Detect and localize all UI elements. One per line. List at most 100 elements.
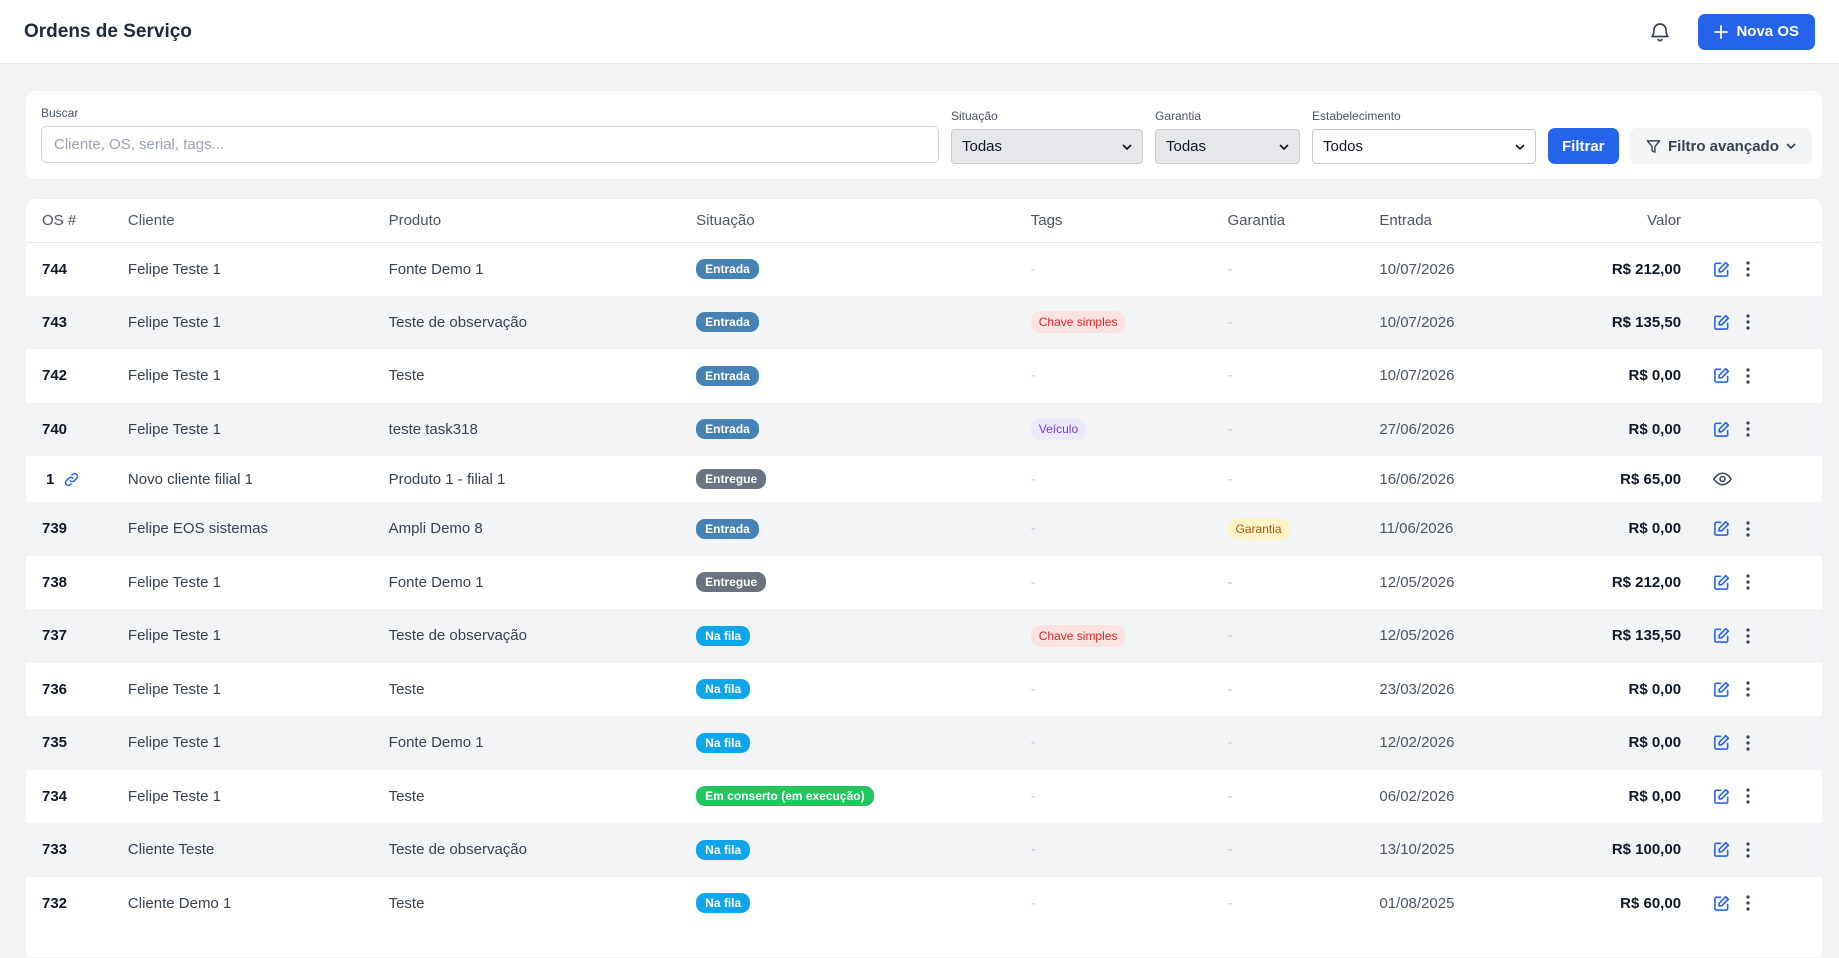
page-title: Ordens de Serviço xyxy=(24,20,192,42)
more-options-button[interactable] xyxy=(1740,788,1756,804)
table-row[interactable]: 744 Felipe Teste 1 Fonte Demo 1 Entrada - - 10… xyxy=(26,242,1822,296)
col-os[interactable]: OS # xyxy=(26,199,128,243)
status-badge: Na fila xyxy=(696,679,751,700)
valor-cell: R$ 0,00 xyxy=(1628,787,1682,805)
produto-cell: Fonte Demo 1 xyxy=(388,734,484,752)
status-badge: Na fila xyxy=(696,625,751,646)
search-group: Buscar xyxy=(41,106,939,163)
edit-button[interactable] xyxy=(1713,421,1730,438)
status-badge: Entregue xyxy=(696,469,767,489)
edit-button[interactable] xyxy=(1713,627,1730,644)
more-options-button[interactable] xyxy=(1740,842,1756,858)
more-options-button[interactable] xyxy=(1740,521,1756,537)
garantia-cell: - xyxy=(1227,573,1233,591)
table-row[interactable]: 740 Felipe Teste 1 teste task318 Entrada Veí… xyxy=(26,402,1822,457)
produto-cell: Teste de observação xyxy=(388,841,527,859)
table-row[interactable]: 743 Felipe Teste 1 Teste de observação Entr… xyxy=(26,295,1822,349)
garantia-cell: - xyxy=(1227,313,1233,331)
edit-icon xyxy=(1714,421,1730,437)
chevron-down-icon xyxy=(1515,143,1525,150)
garantia-select[interactable]: Todas xyxy=(1155,129,1300,164)
col-valor[interactable]: Valor xyxy=(1556,199,1702,243)
top-bar: Ordens de Serviço Nova OS xyxy=(0,0,1839,64)
edit-button[interactable] xyxy=(1713,520,1730,537)
cliente-cell: Cliente Teste xyxy=(127,841,215,859)
tags-cell: - xyxy=(1030,260,1036,278)
estabelecimento-group: Estabelecimento Todos xyxy=(1312,109,1536,164)
os-number-text: 738 xyxy=(42,573,68,591)
col-situacao[interactable]: Situação xyxy=(696,199,1031,243)
col-tags[interactable]: Tags xyxy=(1030,199,1228,243)
edit-button[interactable] xyxy=(1713,841,1730,858)
more-options-button[interactable] xyxy=(1740,735,1756,751)
estabelecimento-select[interactable]: Todos xyxy=(1312,129,1536,164)
entrada-cell: 27/06/2026 xyxy=(1379,420,1455,438)
situacao-select[interactable]: Todas xyxy=(951,129,1143,164)
cliente-cell: Felipe Teste 1 xyxy=(127,260,222,278)
edit-button[interactable] xyxy=(1713,895,1730,912)
col-garantia[interactable]: Garantia xyxy=(1227,199,1380,243)
table-row[interactable]: 738 Felipe Teste 1 Fonte Demo 1 Entregue - - 1… xyxy=(26,556,1822,610)
more-options-button[interactable] xyxy=(1740,261,1756,277)
edit-button[interactable] xyxy=(1713,261,1730,278)
valor-cell: R$ 0,00 xyxy=(1628,367,1682,385)
more-options-button[interactable] xyxy=(1740,421,1756,437)
more-options-button[interactable] xyxy=(1740,895,1756,911)
edit-button[interactable] xyxy=(1713,788,1730,805)
filter-button[interactable]: Filtrar xyxy=(1548,128,1619,164)
more-options-button[interactable] xyxy=(1740,681,1756,697)
search-input[interactable] xyxy=(41,126,939,163)
edit-button[interactable] xyxy=(1713,734,1730,751)
edit-button[interactable] xyxy=(1713,314,1730,331)
produto-cell: Teste de observação xyxy=(388,627,527,645)
more-options-button[interactable] xyxy=(1740,628,1756,644)
produto-cell: Teste xyxy=(388,367,425,385)
kebab-icon xyxy=(1746,788,1750,804)
tag-badge: Chave simples xyxy=(1030,624,1126,647)
new-os-button[interactable]: Nova OS xyxy=(1698,13,1815,50)
col-entrada[interactable]: Entrada xyxy=(1379,199,1557,243)
row-actions xyxy=(1701,609,1822,663)
edit-button[interactable] xyxy=(1713,367,1730,384)
col-cliente[interactable]: Cliente xyxy=(127,199,389,243)
more-options-button[interactable] xyxy=(1740,368,1756,384)
situacao-cell: Em conserto (em execução) xyxy=(696,770,1031,824)
table-row[interactable]: 733 Cliente Teste Teste de observação Na fi… xyxy=(26,823,1822,877)
notifications-button[interactable] xyxy=(1640,12,1680,52)
more-options-button[interactable] xyxy=(1740,314,1756,330)
valor-cell: R$ 0,00 xyxy=(1628,520,1682,538)
edit-icon xyxy=(1714,842,1730,858)
cliente-cell: Felipe Teste 1 xyxy=(127,680,222,698)
garantia-group: Garantia Todas xyxy=(1155,109,1300,164)
produto-cell: Fonte Demo 1 xyxy=(388,573,484,591)
valor-cell: R$ 0,00 xyxy=(1628,734,1682,752)
more-options-button[interactable] xyxy=(1740,574,1756,590)
edit-button[interactable] xyxy=(1713,681,1730,698)
filter-panel: Buscar Situação Todas Garantia Todas Est… xyxy=(25,90,1823,180)
advanced-filter-button[interactable]: Filtro avançado xyxy=(1630,128,1812,164)
edit-button[interactable] xyxy=(1713,574,1730,591)
col-produto[interactable]: Produto xyxy=(388,199,697,243)
table-row[interactable]: 735 Felipe Teste 1 Fonte Demo 1 Na fila - - 12… xyxy=(26,716,1822,770)
status-badge: Entrada xyxy=(696,518,759,539)
entrada-cell: 16/06/2026 xyxy=(1379,470,1455,488)
tags-cell: Veículo xyxy=(1030,403,1228,457)
table-row[interactable]: 736 Felipe Teste 1 Teste Na fila - - 23/03/202… xyxy=(26,663,1822,717)
status-badge: Na fila xyxy=(696,893,751,914)
view-button[interactable] xyxy=(1713,472,1732,486)
table-row[interactable]: 742 Felipe Teste 1 Teste Entrada - - 10/07/202… xyxy=(26,349,1822,403)
situacao-cell: Entregue xyxy=(696,456,1031,502)
linked-os-link[interactable] xyxy=(64,472,79,487)
garantia-value: Todas xyxy=(1166,138,1207,155)
situacao-label: Situação xyxy=(951,109,998,123)
edit-icon xyxy=(1714,521,1730,537)
entrada-cell: 23/03/2026 xyxy=(1379,680,1455,698)
kebab-icon xyxy=(1746,421,1750,437)
table-row[interactable]: 1 Novo cliente filial 1 Produto 1 - filial… xyxy=(26,456,1822,502)
table-row[interactable]: 737 Felipe Teste 1 Teste de observação Na f… xyxy=(26,609,1822,663)
table-row[interactable]: 734 Felipe Teste 1 Teste Em conserto (em ex… xyxy=(26,770,1822,824)
table-row[interactable]: 739 Felipe EOS sistemas Ampli Demo 8 Entrad… xyxy=(26,502,1822,556)
table-row[interactable]: 732 Cliente Demo 1 Teste Na fila - - 01/08/202… xyxy=(26,877,1822,931)
status-badge: Entrada xyxy=(696,259,759,279)
edit-icon xyxy=(1714,368,1730,384)
